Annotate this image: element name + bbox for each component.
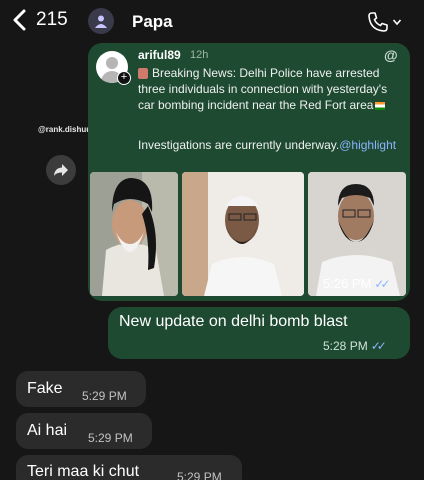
back-chevron-icon <box>13 9 26 31</box>
threads-icon: @ <box>384 47 398 63</box>
image-message-time: 5:26 PM <box>323 276 372 291</box>
image-message-timestamp: 5:26 PM ✓✓ <box>323 276 391 291</box>
contact-name[interactable]: Papa <box>132 12 173 32</box>
incoming-message-time: 5:29 PM <box>82 389 127 403</box>
outgoing-message-time: 5:28 PM <box>323 339 368 353</box>
forward-icon <box>54 164 68 176</box>
threads-link-preview[interactable]: + ariful89 12h @ Breaking News: Delhi Po… <box>92 45 406 173</box>
man-in-cap-photo <box>182 172 304 296</box>
call-button[interactable] <box>366 9 406 35</box>
post-photo-2[interactable] <box>182 172 304 296</box>
outgoing-message-text: New update on delhi bomb blast <box>119 313 348 330</box>
india-flag-icon <box>375 101 386 110</box>
post-text-body: Breaking News: Delhi Police have arreste… <box>138 66 388 112</box>
contact-avatar[interactable] <box>88 8 114 34</box>
notepad-emoji-icon <box>138 68 148 80</box>
chevron-down-icon <box>392 19 402 26</box>
phone-icon <box>368 12 388 32</box>
post-age: 12h <box>190 49 209 61</box>
post-text-update: Investigations are currently underway. <box>138 138 340 152</box>
post-username: ariful89 <box>138 48 181 62</box>
incoming-message-text: Fake <box>27 380 63 397</box>
forward-button[interactable] <box>46 155 76 185</box>
post-photo-1[interactable] <box>90 172 178 296</box>
incoming-message-time: 5:29 PM <box>88 431 133 445</box>
outgoing-message-timestamp: 5:28 PM ✓✓ <box>323 339 387 353</box>
incoming-message-text: Teri maa ki chut <box>27 463 140 480</box>
man-with-turban-photo <box>90 172 178 296</box>
read-ticks-icon: ✓✓ <box>374 277 390 291</box>
read-ticks-icon: ✓✓ <box>370 339 387 353</box>
chat-header: 215 Papa <box>0 0 424 44</box>
incoming-message-time: 5:29 PM <box>177 470 222 480</box>
post-text: Breaking News: Delhi Police have arreste… <box>138 65 402 113</box>
unread-count: 215 <box>36 9 68 30</box>
incoming-message-text: Ai hai <box>27 422 68 439</box>
watermark-text: @rank.dishuu <box>38 125 92 134</box>
back-button[interactable]: 215 <box>10 8 68 32</box>
post-text-continued: Investigations are currently underway.@h… <box>138 137 402 153</box>
mention-link[interactable]: @highlight <box>339 138 396 152</box>
follow-plus-icon: + <box>117 71 131 85</box>
profile-icon <box>95 15 107 28</box>
